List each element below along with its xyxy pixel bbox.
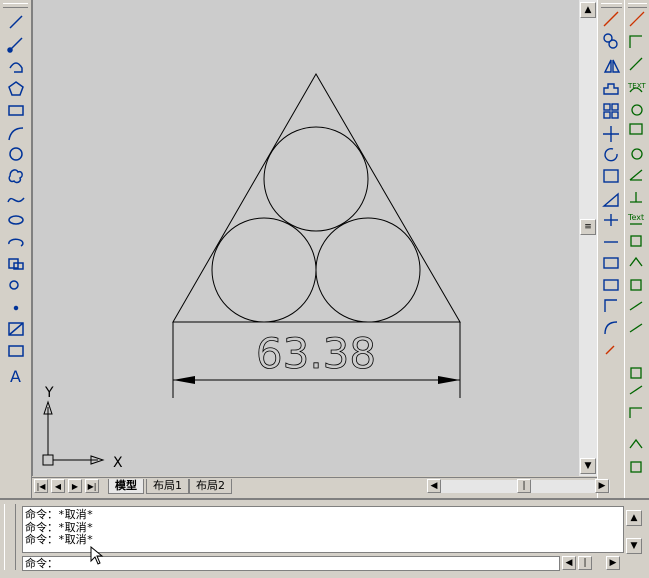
dimension-toolbar: TEXT Text xyxy=(624,0,649,500)
ellipse-icon xyxy=(8,215,24,225)
cmd-hscroll-right-button[interactable]: ▶ xyxy=(606,556,620,570)
drawing-canvas[interactable]: 63.38 Y X xyxy=(32,0,583,476)
mirror-icon xyxy=(603,59,612,73)
angular-dim-icon xyxy=(629,169,643,181)
mouse-cursor-icon xyxy=(90,546,104,565)
match-prop-icon xyxy=(629,11,645,27)
ucs-icon xyxy=(42,400,105,466)
explode-icon xyxy=(605,345,615,355)
revcloud-icon xyxy=(8,169,23,184)
jogged-icon xyxy=(629,123,643,135)
horizontal-scrollbar[interactable]: ◀ | ▶ xyxy=(427,479,610,493)
dim-break-icon xyxy=(630,461,642,473)
ucs-x-label: X xyxy=(113,455,123,471)
hscroll-thumb[interactable]: | xyxy=(517,479,531,493)
tab-layout1[interactable]: 布局1 xyxy=(146,479,189,494)
dimension-text: 63.38 xyxy=(256,329,376,378)
text-style-icon: TEXT xyxy=(627,82,646,90)
stretch-icon xyxy=(602,192,619,207)
dim-edit-icon xyxy=(629,301,643,311)
command-grip[interactable] xyxy=(4,504,16,570)
tolerance-icon xyxy=(629,256,643,267)
spline-icon xyxy=(7,197,25,203)
dim-style-icon xyxy=(629,385,643,395)
dim-space-icon xyxy=(629,438,643,449)
move-icon xyxy=(603,126,619,142)
arc-icon xyxy=(8,127,24,141)
cmd-hscroll-thumb[interactable]: | xyxy=(578,556,592,570)
history-line: 命令：*取消* xyxy=(25,520,94,534)
vertical-scrollbar[interactable]: ▲ ≡ ▼ xyxy=(579,0,597,476)
text-dim-icon: Text xyxy=(627,213,644,222)
modify-toolbar xyxy=(597,0,625,500)
continue-dim-icon xyxy=(630,235,642,247)
history-line: 命令：*取消* xyxy=(25,508,94,521)
linear-dim-icon xyxy=(629,35,642,48)
draw-toolbar: A xyxy=(0,0,32,500)
left-circle xyxy=(211,217,317,323)
tab-model[interactable]: 模型 xyxy=(108,479,144,494)
polygon-icon xyxy=(8,81,24,96)
quick-dim-icon xyxy=(630,192,642,203)
command-history: 命令：*取消* 命令：*取消* 命令：*取消* xyxy=(22,506,624,553)
ellipse-arc-icon xyxy=(8,238,24,247)
ucs-y-label: Y xyxy=(44,385,54,401)
offset-icon xyxy=(603,83,619,95)
scroll-down-button[interactable]: ▼ xyxy=(580,458,596,474)
array-icon xyxy=(603,103,611,111)
dim-arrow-right xyxy=(438,376,460,384)
scroll-thumb[interactable]: ≡ xyxy=(580,219,596,235)
rectangle-icon xyxy=(8,105,24,116)
command-window: 命令：*取消* 命令：*取消* 命令：*取消* ▲ ▼ 命令： ◀ | ▶ xyxy=(0,498,649,578)
draw-tools-icons: A xyxy=(7,15,25,386)
history-line: 命令：*取消* xyxy=(25,533,94,546)
fillet-icon xyxy=(604,321,618,335)
mtext-icon: A xyxy=(10,367,21,386)
tab-layout2[interactable]: 布局2 xyxy=(189,479,232,494)
rotate-icon xyxy=(604,147,618,162)
polyline-icon xyxy=(9,62,23,73)
break-icon xyxy=(603,279,619,291)
center-mark-icon xyxy=(630,279,642,291)
scroll-up-button[interactable]: ▲ xyxy=(580,2,596,18)
radius-dim-icon xyxy=(631,104,643,116)
dim-arrow-left xyxy=(173,376,195,384)
break-point-icon xyxy=(603,257,619,269)
dimension-tools-icons: TEXT Text xyxy=(627,11,646,473)
first-tab-button[interactable]: |◀ xyxy=(34,479,48,493)
dim-text-edit-icon xyxy=(629,323,643,333)
triangle-shape xyxy=(172,73,461,323)
cmd-hscroll-left-button[interactable]: ◀ xyxy=(562,556,576,570)
point-icon xyxy=(13,305,19,311)
drawing-svg: 63.38 Y X xyxy=(42,73,461,471)
cmd-scroll-up-button[interactable]: ▲ xyxy=(626,510,642,526)
layout-tab-bar: |◀ ◀ ▶ ▶| 模型 布局1 布局2 ◀ | ▶ xyxy=(32,477,610,495)
diameter-dim-icon xyxy=(631,148,643,160)
right-circle xyxy=(315,217,421,323)
aligned-dim-icon xyxy=(629,57,643,71)
scale-icon xyxy=(603,169,619,183)
scroll-right-button[interactable]: ▶ xyxy=(595,479,609,493)
toolbar-grip[interactable] xyxy=(3,3,28,8)
next-tab-button[interactable]: ▶ xyxy=(68,479,82,493)
erase-icon xyxy=(603,11,619,27)
prev-tab-button[interactable]: ◀ xyxy=(51,479,65,493)
circle-icon xyxy=(9,147,23,161)
cmd-scroll-down-button[interactable]: ▼ xyxy=(626,538,642,554)
last-tab-button[interactable]: ▶| xyxy=(85,479,99,493)
line-icon xyxy=(9,15,23,29)
top-circle xyxy=(263,126,369,232)
dim-update-icon xyxy=(630,367,642,379)
make-block-icon xyxy=(9,280,19,290)
chamfer-icon xyxy=(604,299,617,312)
region-icon xyxy=(8,345,24,357)
scroll-left-button[interactable]: ◀ xyxy=(427,479,441,493)
command-prompt: 命令： xyxy=(25,557,58,570)
modify-tools-icons xyxy=(602,11,621,355)
quick-leader-icon xyxy=(629,407,642,418)
